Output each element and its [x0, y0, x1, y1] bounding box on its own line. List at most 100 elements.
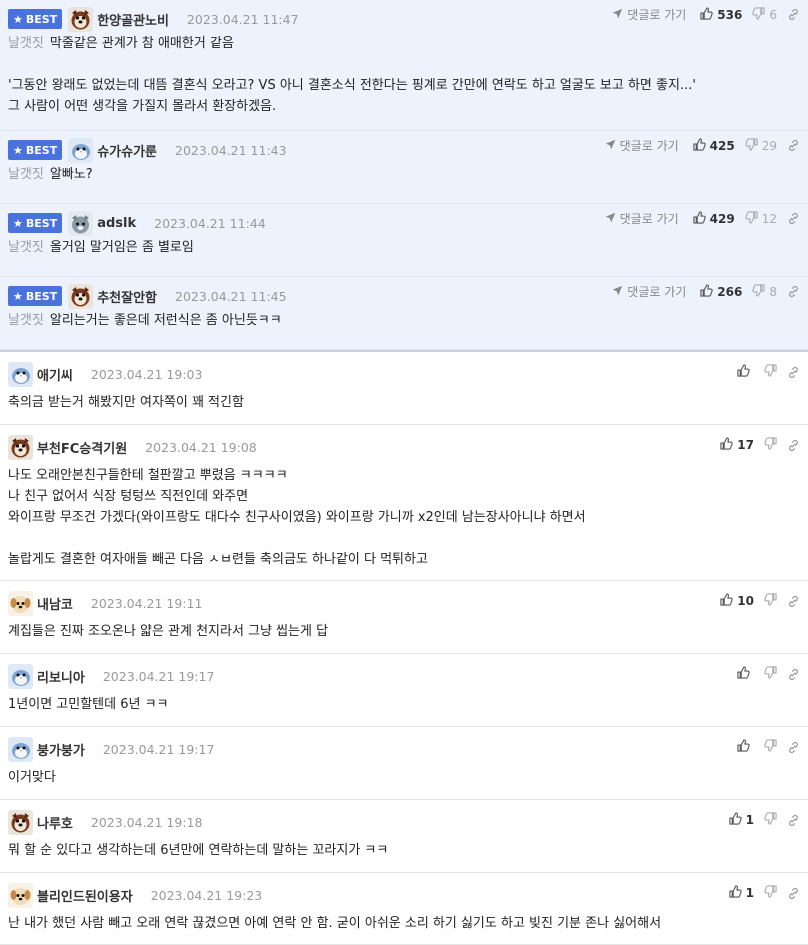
comment-date: 2023.04.21 11:44	[154, 215, 266, 231]
link-icon[interactable]	[787, 8, 800, 21]
comment-actions: 17	[720, 437, 800, 453]
downvote-button[interactable]: 8	[752, 283, 777, 300]
upvote-button[interactable]: 429	[693, 210, 735, 227]
nickname[interactable]: 한양골관노비	[97, 10, 169, 29]
avatar[interactable]	[68, 210, 94, 236]
avatar[interactable]	[8, 736, 33, 762]
comment-header: 붕가붕가 2023.04.21 19:17	[8, 730, 214, 768]
comment-actions: 댓글로 가기 266 8	[612, 283, 800, 300]
link-icon[interactable]	[787, 741, 800, 754]
best-badge-label: BEST	[25, 143, 58, 157]
thumbs-up-icon	[720, 593, 733, 609]
downvote-button[interactable]	[764, 593, 777, 609]
go-to-reply-label: 댓글로 가기	[619, 139, 679, 153]
thumbs-down-icon	[745, 210, 758, 227]
downvote-button[interactable]	[764, 666, 777, 682]
upvote-button[interactable]: 266	[700, 283, 743, 300]
comment-text: 뭐 할 순 있다고 생각하는데 6년만에 연락하는데 말하는 꼬라지가 ㅋㅋ	[8, 843, 389, 858]
nickname[interactable]: 추천잘안함	[97, 287, 157, 306]
nickname[interactable]: 블리인드된이용자	[37, 886, 133, 905]
avatar[interactable]	[8, 663, 33, 689]
upvote-button[interactable]: 10	[720, 593, 754, 609]
nickname[interactable]: 리보니아	[37, 667, 85, 686]
downvote-button[interactable]	[764, 812, 777, 828]
best-badge: ★ BEST	[8, 213, 63, 233]
link-icon[interactable]	[787, 439, 800, 452]
link-icon[interactable]	[787, 814, 800, 827]
link-icon[interactable]	[787, 595, 800, 608]
go-to-reply-label: 댓글로 가기	[619, 212, 679, 226]
comment-body: 날갯짓 알빠노?	[8, 164, 800, 185]
downvote-button[interactable]	[764, 739, 777, 755]
comment-header: 부천FC승격기원 2023.04.21 19:08	[8, 428, 257, 466]
comment-header: 리보니아 2023.04.21 19:17	[8, 657, 214, 695]
send-arrow-icon	[605, 139, 616, 153]
downvote-count: 29	[761, 138, 777, 153]
best-badge-label: BEST	[25, 216, 58, 230]
send-arrow-icon	[605, 212, 616, 226]
comment-body: 날갯짓 알리는거는 좋은데 저런식은 좀 아닌듯ㅋㅋ	[8, 310, 800, 331]
nickname[interactable]: 내남코	[37, 594, 73, 613]
avatar[interactable]	[8, 361, 33, 387]
avatar[interactable]	[8, 434, 33, 460]
avatar[interactable]	[68, 137, 94, 163]
upvote-button[interactable]: 1	[729, 812, 754, 828]
thumbs-down-icon	[752, 283, 765, 300]
link-icon[interactable]	[787, 668, 800, 681]
go-to-reply-link[interactable]: 댓글로 가기	[605, 137, 679, 154]
comment-body: 난 내가 했던 사람 빼고 오래 연락 끊겼으면 아예 연락 안 함. 굳이 아…	[8, 913, 800, 934]
avatar[interactable]	[68, 283, 94, 309]
best-badge: ★ BEST	[8, 9, 63, 29]
upvote-button[interactable]: 536	[700, 6, 742, 23]
go-to-reply-link[interactable]: 댓글로 가기	[612, 6, 686, 23]
comment-actions: 댓글로 가기 536 6	[612, 6, 800, 23]
comment-text: 올거임 말거임은 좀 별로임	[49, 240, 194, 255]
upvote-button[interactable]: 17	[720, 437, 754, 453]
avatar[interactable]	[68, 6, 94, 32]
upvote-count: 266	[717, 284, 743, 299]
thumbs-up-icon	[693, 210, 706, 227]
nickname[interactable]: 슈가슈가룬	[97, 141, 157, 160]
star-icon: ★	[13, 143, 23, 157]
comment-actions	[737, 739, 800, 755]
best-comment: ★ BEST adslk 2023.04.21 11:44 댓글로 가기 429 12 날갯짓…	[0, 204, 808, 277]
link-icon[interactable]	[787, 285, 800, 298]
star-icon: ★	[13, 289, 23, 303]
upvote-button[interactable]	[737, 739, 754, 755]
nickname[interactable]: 나루호	[37, 813, 73, 832]
avatar[interactable]	[8, 809, 33, 835]
downvote-button[interactable]	[764, 885, 777, 901]
nickname[interactable]: 부천FC승격기원	[37, 438, 127, 457]
link-icon[interactable]	[787, 887, 800, 900]
comment-actions: 댓글로 가기 429 12	[605, 210, 800, 227]
comment-actions	[737, 364, 800, 380]
link-icon[interactable]	[787, 212, 800, 225]
nickname[interactable]: adslk	[97, 216, 136, 231]
nickname[interactable]: 붕가붕가	[37, 740, 85, 759]
nickname[interactable]: 애기씨	[37, 365, 73, 384]
go-to-reply-link[interactable]: 댓글로 가기	[605, 210, 679, 227]
downvote-button[interactable]: 29	[745, 137, 777, 154]
thumbs-down-icon	[745, 137, 758, 154]
upvote-button[interactable]	[737, 666, 754, 682]
downvote-count: 6	[769, 7, 777, 22]
thumbs-down-icon	[764, 739, 777, 755]
comment-date: 2023.04.21 19:03	[90, 366, 203, 382]
go-to-reply-link[interactable]: 댓글로 가기	[612, 283, 686, 300]
comment-date: 2023.04.21 11:43	[175, 142, 287, 158]
link-icon[interactable]	[787, 139, 800, 152]
thumbs-up-icon	[693, 137, 706, 154]
upvote-button[interactable]	[737, 364, 754, 380]
thumbs-down-icon	[764, 437, 777, 453]
downvote-button[interactable]: 6	[752, 6, 777, 23]
upvote-button[interactable]: 425	[693, 137, 735, 154]
downvote-button[interactable]	[764, 437, 777, 453]
downvote-button[interactable]: 12	[745, 210, 777, 227]
avatar[interactable]	[8, 882, 33, 908]
comment-actions	[737, 666, 800, 682]
avatar[interactable]	[8, 590, 33, 616]
upvote-button[interactable]: 1	[729, 885, 754, 901]
comment-body: 축의금 받는거 해봤지만 여자쪽이 꽤 적긴함	[8, 392, 800, 413]
link-icon[interactable]	[787, 366, 800, 379]
downvote-button[interactable]	[764, 364, 777, 380]
